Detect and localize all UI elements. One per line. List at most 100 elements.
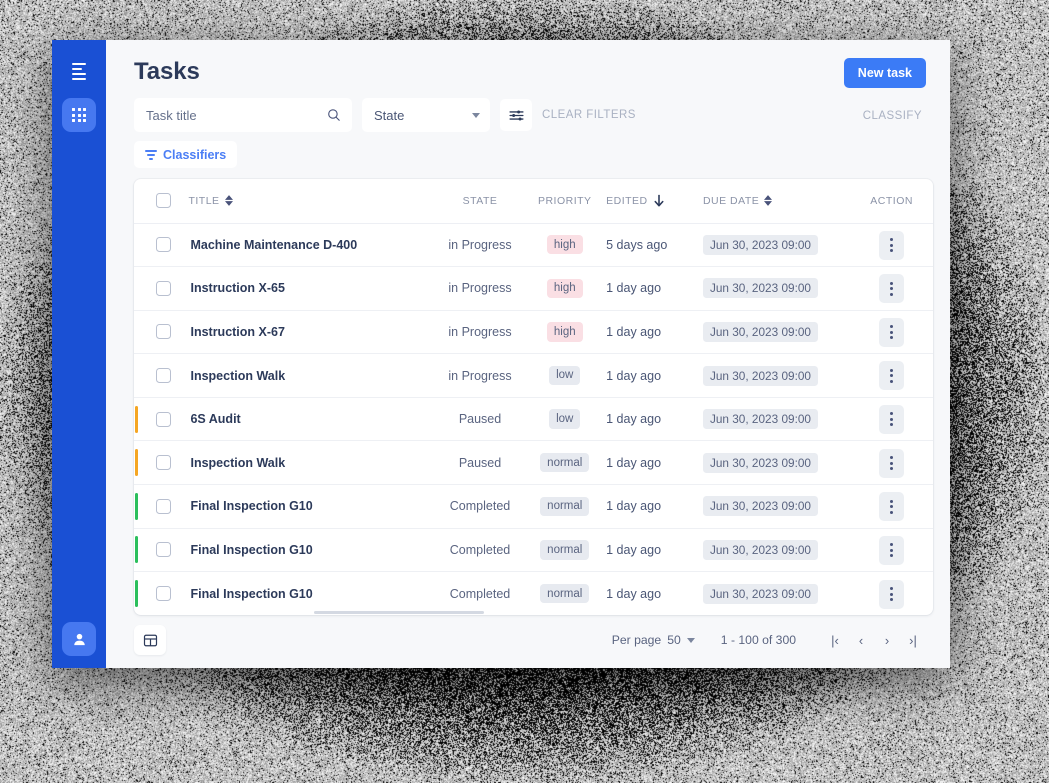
row-actions-menu-button[interactable] (879, 405, 904, 434)
new-task-button[interactable]: New task (844, 58, 926, 88)
row-title[interactable]: Final Inspection G10 (188, 543, 436, 557)
row-checkbox[interactable] (156, 237, 171, 252)
first-page-button[interactable]: |‹ (822, 627, 848, 653)
table-view-icon (143, 633, 158, 648)
header-state: STATE (437, 179, 524, 223)
header-edited[interactable]: EDITED (606, 179, 703, 223)
row-due-date: Jun 30, 2023 09:00 (703, 496, 818, 516)
row-title[interactable]: 6S Audit (188, 412, 436, 426)
table-row[interactable]: Final Inspection G10 Completed normal 1 day… (134, 485, 933, 529)
sidebar-item-menu[interactable] (62, 54, 96, 88)
row-title[interactable]: Inspection Walk (188, 456, 436, 470)
search-icon[interactable] (326, 107, 342, 123)
row-checkbox[interactable] (156, 499, 171, 514)
row-edited-cell: 5 days ago (606, 223, 703, 267)
row-actions-menu-button[interactable] (879, 580, 904, 609)
row-action-cell (850, 485, 933, 529)
table-horizontal-scrollbar[interactable] (134, 610, 933, 615)
table-row[interactable]: Machine Maintenance D-400 in Progress high… (134, 223, 933, 267)
row-select-cell (138, 354, 188, 398)
grid-view-button[interactable] (134, 625, 166, 655)
row-checkbox[interactable] (156, 368, 171, 383)
table-row[interactable]: Inspection Walk Paused normal 1 day ago Jun … (134, 441, 933, 485)
menu-icon (72, 63, 86, 80)
row-select-cell (138, 528, 188, 572)
advanced-filters-button[interactable] (500, 99, 532, 131)
row-actions-menu-button[interactable] (879, 361, 904, 390)
row-checkbox[interactable] (156, 412, 171, 427)
chip-row: Classifiers (106, 132, 950, 168)
row-due-date: Jun 30, 2023 09:00 (703, 409, 818, 429)
row-title[interactable]: Final Inspection G10 (188, 587, 436, 601)
scrollbar-thumb[interactable] (314, 611, 484, 614)
row-priority-badge: low (549, 409, 580, 428)
row-checkbox[interactable] (156, 586, 171, 601)
table-row[interactable]: Instruction X-65 in Progress high 1 day ago… (134, 267, 933, 311)
row-actions-menu-button[interactable] (879, 536, 904, 565)
sort-desc-icon[interactable] (653, 194, 665, 207)
per-page-select[interactable]: Per page 50 (612, 633, 695, 647)
next-page-button[interactable]: › (874, 627, 900, 653)
row-title[interactable]: Instruction X-67 (188, 325, 436, 339)
row-state-cell: in Progress (437, 354, 524, 398)
row-edited-cell: 1 day ago (606, 397, 703, 441)
row-actions-menu-button[interactable] (879, 274, 904, 303)
clear-filters-button[interactable]: CLEAR FILTERS (542, 109, 636, 121)
row-title[interactable]: Final Inspection G10 (188, 499, 436, 513)
row-checkbox[interactable] (156, 542, 171, 557)
table-row[interactable]: Final Inspection G10 Completed normal 1 day… (134, 572, 933, 616)
sort-icon[interactable] (764, 195, 772, 206)
row-actions-menu-button[interactable] (879, 492, 904, 521)
row-actions-menu-button[interactable] (879, 449, 904, 478)
row-actions-menu-button[interactable] (879, 231, 904, 260)
chevron-down-icon (472, 113, 480, 118)
table-row[interactable]: Instruction X-67 in Progress high 1 day ago… (134, 310, 933, 354)
search-box[interactable] (134, 98, 352, 132)
table-row[interactable]: 6S Audit Paused low 1 day ago Jun 30, 2023 0… (134, 397, 933, 441)
header-due-date[interactable]: DUE DATE (703, 179, 850, 223)
classify-button[interactable]: CLASSIFY (863, 110, 922, 122)
row-checkbox[interactable] (156, 324, 171, 339)
row-edited-cell: 1 day ago (606, 485, 703, 529)
header-title[interactable]: TITLE (188, 179, 436, 223)
row-title-cell: Inspection Walk (188, 441, 436, 485)
table-row[interactable]: Inspection Walk in Progress low 1 day ago Ju… (134, 354, 933, 398)
row-state: in Progress (448, 325, 511, 339)
row-select-cell (138, 485, 188, 529)
search-input[interactable] (146, 108, 320, 123)
main-content: Tasks New task State (106, 40, 950, 668)
sort-icon[interactable] (225, 195, 233, 206)
row-edited: 1 day ago (606, 587, 661, 601)
row-checkbox[interactable] (156, 281, 171, 296)
row-edited: 1 day ago (606, 543, 661, 557)
row-priority-cell: normal (523, 485, 606, 529)
row-due-date: Jun 30, 2023 09:00 (703, 278, 818, 298)
pagination-range: 1 - 100 of 300 (721, 633, 796, 647)
header-state-label: STATE (463, 195, 498, 207)
classifiers-chip[interactable]: Classifiers (134, 141, 237, 168)
row-title[interactable]: Machine Maintenance D-400 (188, 238, 436, 252)
select-all-checkbox[interactable] (156, 193, 171, 208)
table-row[interactable]: Final Inspection G10 Completed normal 1 day… (134, 528, 933, 572)
row-state: in Progress (448, 281, 511, 295)
row-title[interactable]: Instruction X-65 (188, 281, 436, 295)
sidebar-item-account[interactable] (62, 622, 96, 656)
row-state: Paused (459, 412, 501, 426)
state-select[interactable]: State (362, 98, 490, 132)
sidebar-item-apps[interactable] (62, 98, 96, 132)
row-title[interactable]: Inspection Walk (188, 369, 436, 383)
row-action-cell (850, 310, 933, 354)
last-page-button[interactable]: ›| (900, 627, 926, 653)
tasks-table-head: TITLE STATE PRIORITY EDITED DUE DATE ACT… (134, 179, 933, 223)
row-state-cell: Paused (437, 397, 524, 441)
row-select-cell (138, 441, 188, 485)
row-actions-menu-button[interactable] (879, 318, 904, 347)
row-due-date: Jun 30, 2023 09:00 (703, 453, 818, 473)
row-priority-cell: high (523, 310, 606, 354)
row-state: Completed (450, 587, 510, 601)
row-checkbox[interactable] (156, 455, 171, 470)
chevron-down-icon (687, 638, 695, 643)
prev-page-button[interactable]: ‹ (848, 627, 874, 653)
row-select-cell (138, 223, 188, 267)
row-priority-badge: normal (540, 540, 589, 559)
